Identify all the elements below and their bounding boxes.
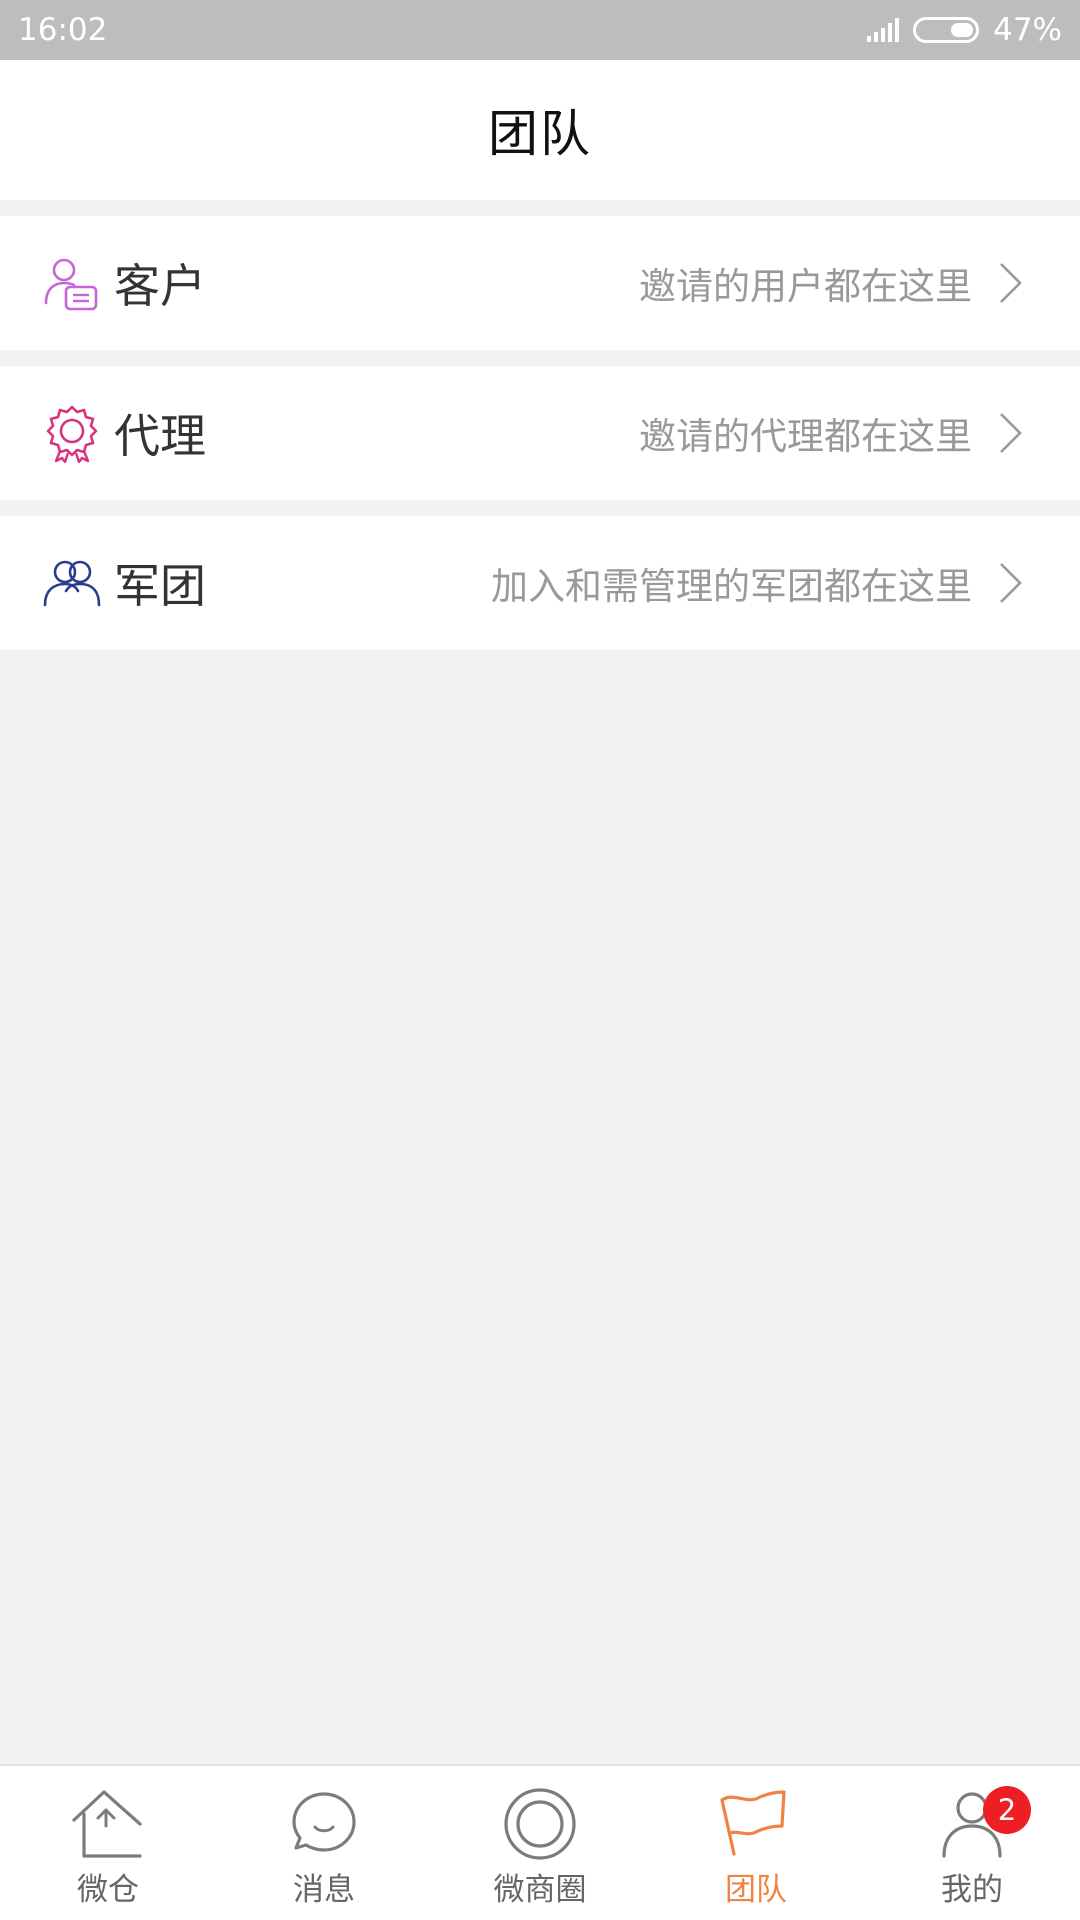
tab-label: 微仓 [77, 1872, 139, 1908]
menu-row-label: 客户 [114, 259, 206, 313]
tab-label: 消息 [293, 1872, 355, 1908]
flag-icon [720, 1790, 786, 1856]
user-card-icon [44, 258, 98, 311]
menu-row-label: 军团 [114, 559, 206, 613]
tab-label: 我的 [941, 1872, 1003, 1908]
battery-icon [913, 17, 980, 43]
status-time: 16:02 [18, 12, 108, 48]
tab-label: 团队 [725, 1872, 787, 1908]
tab-warehouse[interactable]: 微仓 [0, 1766, 216, 1920]
header: 团队 [0, 60, 1080, 200]
page-title: 团队 [488, 105, 592, 163]
tab-team[interactable]: 团队 [648, 1766, 864, 1920]
chevron-right-icon [1000, 263, 1022, 303]
tab-me[interactable]: 我的 2 [864, 1766, 1080, 1920]
tab-messages[interactable]: 消息 [216, 1766, 432, 1920]
menu-row-customers[interactable]: 客户 邀请的用户都在这里 [0, 216, 1080, 350]
ring-circle-icon [504, 1788, 576, 1860]
status-bar: 16:02 47% [0, 0, 1080, 60]
signal-icon [867, 18, 900, 42]
menu-row-description: 加入和需管理的军团都在这里 [491, 565, 972, 608]
tab-circle[interactable]: 微商圈 [432, 1766, 648, 1920]
notification-badge: 2 [983, 1786, 1031, 1834]
bottom-tab-bar: 微仓 消息 微商圈 团队 我的 2 [0, 1764, 1080, 1920]
chevron-right-icon [1000, 413, 1022, 453]
warehouse-house-icon [72, 1790, 142, 1858]
battery-percent: 47% [993, 12, 1062, 48]
chat-bubble-icon [292, 1792, 356, 1852]
menu-row-legion[interactable]: 军团 加入和需管理的军团都在这里 [0, 516, 1080, 650]
menu-row-description: 邀请的用户都在这里 [639, 265, 972, 308]
menu-row-label: 代理 [114, 409, 206, 463]
chevron-right-icon [1000, 563, 1022, 603]
tab-label: 微商圈 [493, 1872, 587, 1908]
status-indicators: 47% [867, 12, 1062, 48]
rosette-badge-icon [46, 405, 98, 463]
group-users-icon [43, 560, 101, 607]
menu-row-agents[interactable]: 代理 邀请的代理都在这里 [0, 366, 1080, 500]
menu-row-description: 邀请的代理都在这里 [639, 415, 972, 458]
